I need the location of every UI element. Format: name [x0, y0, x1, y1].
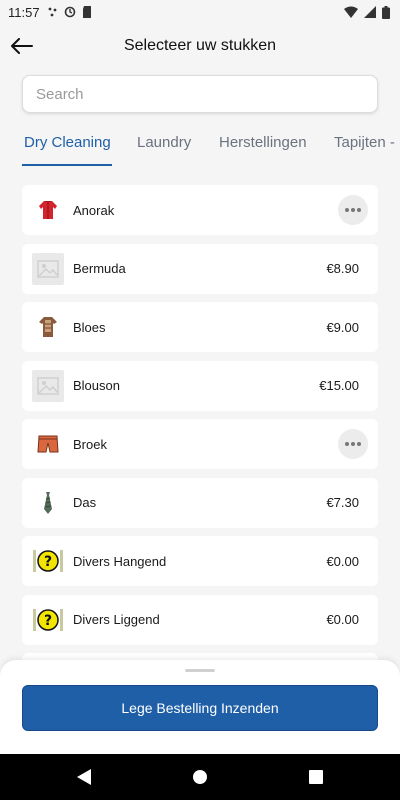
- tab-laundry[interactable]: Laundry: [137, 134, 191, 151]
- status-notification-icons: [48, 6, 92, 18]
- status-left: 11:57: [8, 5, 92, 20]
- item-name: Das: [73, 495, 97, 510]
- status-bar: 11:57: [0, 0, 400, 24]
- item-thumbnail: ?: [32, 604, 64, 636]
- search-input[interactable]: [22, 75, 378, 113]
- item-thumbnail: [32, 428, 64, 460]
- question-mark-icon: ?: [33, 550, 63, 572]
- item-options-button[interactable]: [338, 195, 368, 225]
- sync-icon: [64, 6, 75, 18]
- item-name: Broek: [73, 436, 107, 452]
- list-item-broek[interactable]: Broek: [22, 419, 378, 469]
- item-options-button[interactable]: [338, 429, 368, 459]
- item-thumbnail: [32, 311, 64, 343]
- image-placeholder-icon: [37, 259, 59, 278]
- shorts-icon: [37, 435, 59, 453]
- list-item-anorak[interactable]: Anorak: [22, 185, 378, 235]
- more-dots-icon: [345, 442, 349, 446]
- submit-order-button[interactable]: Lege Bestelling Inzenden: [22, 685, 378, 731]
- more-dots-icon: [345, 208, 349, 212]
- back-button[interactable]: [10, 34, 34, 58]
- item-name: Bloes: [73, 319, 106, 335]
- item-price: €0.00: [326, 553, 359, 569]
- status-right: [344, 5, 390, 19]
- arrow-left-icon: [11, 38, 33, 54]
- tie-icon: [44, 491, 52, 514]
- status-time: 11:57: [8, 4, 40, 20]
- sd-card-icon: [82, 6, 91, 18]
- item-price: €15.00: [319, 378, 359, 393]
- item-price: €9.00: [326, 319, 359, 335]
- sheet-drag-handle[interactable]: [185, 669, 215, 672]
- item-name: Divers Hangend: [73, 553, 167, 569]
- item-name: Bermuda: [73, 261, 126, 276]
- item-thumbnail: [32, 487, 64, 519]
- item-price: €7.30: [326, 495, 359, 510]
- image-placeholder-icon: [37, 376, 59, 395]
- item-thumbnail: [32, 252, 64, 285]
- question-mark-icon: ?: [33, 608, 63, 631]
- list-item-bloes[interactable]: Bloes €9.00: [22, 302, 378, 352]
- signal-icon: [364, 6, 376, 18]
- list-item-divers-liggend[interactable]: ? Divers Liggend €0.00: [22, 594, 378, 645]
- nav-home-icon[interactable]: [192, 768, 208, 786]
- nav-back-icon[interactable]: [76, 768, 92, 786]
- system-nav-bar: [0, 754, 400, 800]
- active-tab-indicator: [22, 164, 112, 166]
- item-thumbnail: [32, 194, 64, 226]
- category-tabs: Dry Cleaning Laundry Herstellingen Tapij…: [0, 124, 400, 168]
- item-thumbnail: [32, 369, 64, 402]
- svg-text:?: ?: [44, 554, 52, 570]
- bluetooth-icon: [48, 7, 56, 17]
- blouse-icon: [39, 317, 57, 337]
- item-name: Blouson: [73, 378, 120, 393]
- nav-recents-icon[interactable]: [308, 768, 324, 786]
- svg-text:?: ?: [44, 613, 52, 629]
- tab-tapijten[interactable]: Tapijten - (: [334, 134, 400, 151]
- bottom-sheet: Lege Bestelling Inzenden: [0, 660, 400, 754]
- item-name: Anorak: [73, 202, 115, 218]
- item-thumbnail: ?: [32, 545, 64, 577]
- list-item-divers-hangend[interactable]: ? Divers Hangend €0.00: [22, 536, 378, 586]
- page-title: Selecteer uw stukken: [123, 37, 277, 54]
- item-price: €8.90: [326, 261, 359, 276]
- item-name: Divers Liggend: [73, 612, 160, 627]
- list-item-das[interactable]: Das €7.30: [22, 477, 378, 528]
- battery-icon: [382, 5, 390, 19]
- wifi-icon: [344, 6, 358, 18]
- item-price: €0.00: [326, 612, 359, 627]
- red-jacket-icon: [39, 201, 57, 219]
- list-item-bermuda[interactable]: Bermuda €8.90: [22, 243, 378, 294]
- app-header: Selecteer uw stukken: [0, 24, 400, 68]
- tab-herstellingen[interactable]: Herstellingen: [219, 134, 307, 151]
- list-item-blouson[interactable]: Blouson €15.00: [22, 360, 378, 411]
- tab-dry-cleaning[interactable]: Dry Cleaning: [24, 134, 111, 151]
